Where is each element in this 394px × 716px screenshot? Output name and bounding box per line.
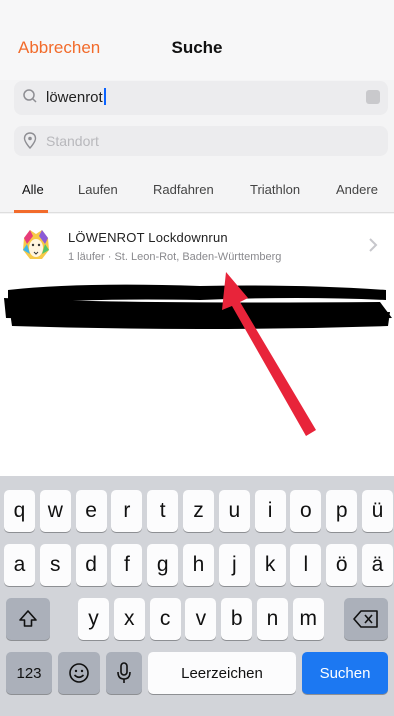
key-c[interactable]: c bbox=[149, 598, 181, 640]
key-q[interactable]: q bbox=[4, 490, 35, 532]
tab-radfahren[interactable]: Radfahren bbox=[153, 182, 214, 197]
tab-laufen[interactable]: Laufen bbox=[78, 182, 118, 197]
emoji-icon bbox=[69, 663, 89, 683]
microphone-icon bbox=[117, 662, 131, 683]
backspace-icon bbox=[353, 610, 378, 628]
page-title: Suche bbox=[171, 38, 223, 57]
key-t[interactable]: t bbox=[147, 490, 179, 532]
navigation-bar: Abbrechen Suche bbox=[0, 0, 394, 80]
key-e[interactable]: e bbox=[75, 490, 107, 532]
numbers-key[interactable]: 123 bbox=[6, 652, 52, 694]
key-w[interactable]: w bbox=[39, 490, 71, 532]
key-j[interactable]: j bbox=[218, 544, 250, 586]
delete-key[interactable] bbox=[344, 598, 388, 640]
key-v[interactable]: v bbox=[185, 598, 217, 640]
key-p[interactable]: p bbox=[326, 490, 358, 532]
search-icon bbox=[23, 89, 37, 103]
key-f[interactable]: f bbox=[111, 544, 143, 586]
key-ö[interactable]: ö bbox=[326, 544, 358, 586]
chevron-right-icon bbox=[369, 238, 378, 252]
key-h[interactable]: h bbox=[183, 544, 214, 586]
key-k[interactable]: k bbox=[254, 544, 286, 586]
key-x[interactable]: x bbox=[113, 598, 145, 640]
tab-alle[interactable]: Alle bbox=[22, 182, 44, 197]
tab-triathlon[interactable]: Triathlon bbox=[250, 182, 300, 197]
key-n[interactable]: n bbox=[257, 598, 288, 640]
text-cursor bbox=[103, 88, 106, 105]
space-key[interactable]: Leerzeichen bbox=[148, 652, 296, 694]
filter-tabs: Alle Laufen Radfahren Triathlon Andere bbox=[0, 172, 394, 213]
results-empty-area bbox=[0, 276, 394, 476]
key-s[interactable]: s bbox=[39, 544, 71, 586]
key-z[interactable]: z bbox=[183, 490, 214, 532]
key-ü[interactable]: ü bbox=[362, 490, 393, 532]
key-r[interactable]: r bbox=[111, 490, 143, 532]
search-value: löwenrot bbox=[46, 89, 103, 106]
key-b[interactable]: b bbox=[221, 598, 253, 640]
result-title: LÖWENROT Lockdownrun bbox=[68, 230, 228, 245]
search-key[interactable]: Suchen bbox=[302, 652, 388, 694]
list-item[interactable]: LÖWENROT Lockdownrun 1 läufer · St. Leon… bbox=[0, 214, 394, 276]
key-d[interactable]: d bbox=[75, 544, 107, 586]
key-y[interactable]: y bbox=[78, 598, 109, 640]
key-a[interactable]: a bbox=[4, 544, 35, 586]
keyboard: qwertzuiopü asdfghjklöä yxcvbnm 123 Leer… bbox=[0, 476, 394, 716]
key-o[interactable]: o bbox=[290, 490, 322, 532]
key-u[interactable]: u bbox=[218, 490, 250, 532]
key-i[interactable]: i bbox=[254, 490, 286, 532]
location-pin-icon bbox=[23, 132, 37, 150]
result-meta: 1 läufer · St. Leon-Rot, Baden-Württembe… bbox=[68, 251, 282, 263]
shift-key[interactable] bbox=[6, 598, 50, 640]
emoji-key[interactable] bbox=[58, 652, 100, 694]
screen: Abbrechen Suche löwenrot Standort Alle L… bbox=[0, 0, 394, 716]
lion-logo bbox=[18, 226, 54, 262]
key-m[interactable]: m bbox=[292, 598, 324, 640]
key-l[interactable]: l bbox=[290, 544, 322, 586]
active-tab-indicator bbox=[14, 210, 48, 213]
location-placeholder: Standort bbox=[46, 133, 99, 149]
tab-andere[interactable]: Andere bbox=[336, 182, 378, 197]
search-input[interactable]: löwenrot bbox=[14, 81, 388, 115]
location-input[interactable]: Standort bbox=[14, 126, 388, 156]
clear-icon[interactable] bbox=[366, 90, 380, 104]
microphone-key[interactable] bbox=[106, 652, 142, 694]
key-ä[interactable]: ä bbox=[362, 544, 393, 586]
key-g[interactable]: g bbox=[147, 544, 179, 586]
shift-icon bbox=[19, 610, 37, 627]
